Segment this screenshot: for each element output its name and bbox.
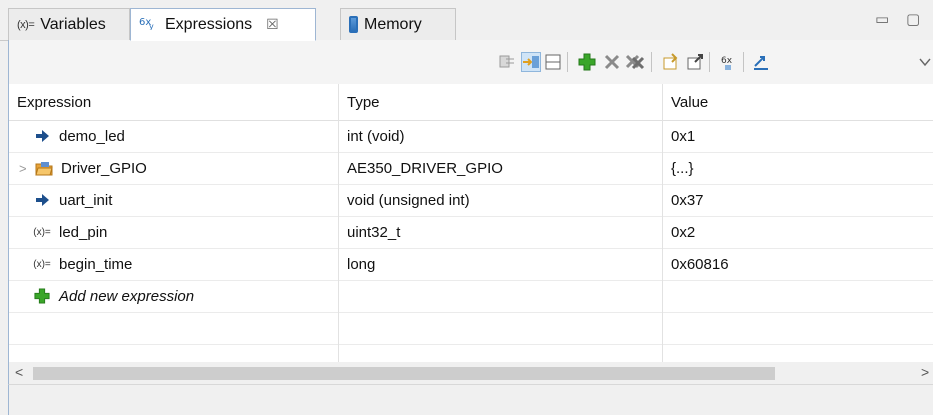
close-icon[interactable]: ☒ [266, 16, 279, 33]
table-row[interactable]: demo_led int (void) 0x1 [9, 120, 933, 153]
remove-expression-icon[interactable] [602, 52, 622, 72]
arrow-right-icon [31, 194, 53, 206]
svg-text:6x: 6x [721, 56, 733, 66]
value-cell[interactable]: {...} [663, 152, 933, 184]
expression-cell: (x)= led_pin [9, 216, 339, 248]
scrollbar-thumb[interactable] [33, 367, 775, 380]
variables-icon: (x)= [17, 18, 35, 31]
value-cell[interactable]: 0x2 [663, 216, 933, 248]
table-row[interactable]: (x)= led_pin uint32_t 0x2 [9, 216, 933, 249]
type-cell [339, 280, 663, 312]
type-cell: long [339, 248, 663, 280]
table-row[interactable]: (x)= begin_time long 0x60816 [9, 248, 933, 281]
chevron-right-icon[interactable]: > [19, 161, 33, 176]
expressions-table: Expression Type Value demo_led int (void… [8, 84, 933, 376]
export-icon[interactable] [685, 52, 705, 72]
add-expression-icon[interactable] [577, 52, 597, 72]
folder-icon [33, 161, 55, 176]
table-header: Expression Type Value [9, 84, 933, 121]
horizontal-scrollbar[interactable]: < > [8, 362, 933, 384]
tab-variables-label: Variables [40, 15, 106, 33]
type-cell: AE350_DRIVER_GPIO [339, 152, 663, 184]
detail-pane [8, 384, 933, 415]
column-header-expression[interactable]: Expression [9, 84, 339, 120]
import-icon[interactable] [661, 52, 681, 72]
empty-cell [339, 312, 663, 344]
tab-memory-label: Memory [364, 15, 422, 33]
expression-name: led_pin [59, 223, 108, 241]
tab-memory[interactable]: Memory [340, 8, 456, 40]
maximize-icon[interactable]: ▢ [906, 10, 920, 28]
add-new-expression-label[interactable]: Add new expression [59, 288, 194, 305]
table-row[interactable]: > Driver_GPIO AE350_DRIVER_GPIO {...} [9, 152, 933, 185]
expression-name: Driver_GPIO [61, 159, 147, 177]
column-header-value[interactable]: Value [663, 84, 933, 120]
arrow-right-icon [31, 130, 53, 142]
add-expression-row[interactable]: Add new expression [9, 280, 933, 313]
expression-name: begin_time [59, 255, 133, 273]
expression-cell: (x)= begin_time [9, 248, 339, 280]
value-cell[interactable]: 0x1 [663, 120, 933, 152]
column-header-type[interactable]: Type [339, 84, 663, 120]
expression-cell: Add new expression [9, 280, 339, 312]
memory-icon [349, 16, 358, 33]
remove-all-expressions-icon[interactable] [625, 52, 645, 72]
value-cell[interactable]: 0x37 [663, 184, 933, 216]
type-cell: int (void) [339, 120, 663, 152]
collapse-all-icon[interactable] [497, 52, 517, 72]
expressions-toolbar: 6x [8, 40, 933, 84]
expression-cell: > Driver_GPIO [9, 152, 339, 184]
empty-cell [9, 312, 339, 344]
view-tab-strip: (x)= Variables 6x y Expressions ☒ Memory… [0, 0, 933, 41]
scroll-left-icon[interactable]: < [15, 364, 23, 380]
variable-icon: (x)= [33, 258, 51, 270]
type-cell: uint32_t [339, 216, 663, 248]
toolbar-separator [651, 52, 652, 72]
expression-cell: demo_led [9, 120, 339, 152]
value-cell[interactable]: 0x60816 [663, 248, 933, 280]
table-row[interactable]: uart_init void (unsigned int) 0x37 [9, 184, 933, 217]
view-menu-icon[interactable] [915, 52, 933, 72]
toolbar-separator [743, 52, 744, 72]
empty-cell [663, 312, 933, 344]
toolbar-separator [709, 52, 710, 72]
toolbar-separator [567, 52, 568, 72]
svg-text:y: y [149, 22, 154, 30]
layout-icon[interactable] [543, 52, 563, 72]
watch-icon[interactable]: 6x [719, 52, 739, 72]
variable-icon: (x)= [33, 226, 51, 238]
expression-cell: uart_init [9, 184, 339, 216]
expression-name: demo_led [59, 127, 125, 145]
tab-expressions[interactable]: 6x y Expressions ☒ [130, 8, 316, 41]
value-cell [663, 280, 933, 312]
open-view-icon[interactable] [751, 52, 771, 72]
show-type-names-icon[interactable] [521, 52, 541, 72]
tab-variables[interactable]: (x)= Variables [8, 8, 130, 40]
type-cell: void (unsigned int) [339, 184, 663, 216]
scroll-right-icon[interactable]: > [921, 364, 929, 380]
empty-row [9, 312, 933, 345]
tab-expressions-label: Expressions [165, 15, 253, 33]
minimize-icon[interactable]: ▭ [875, 10, 889, 28]
expressions-icon: 6x y [139, 14, 159, 35]
add-icon [31, 288, 53, 304]
expression-name: uart_init [59, 191, 113, 209]
